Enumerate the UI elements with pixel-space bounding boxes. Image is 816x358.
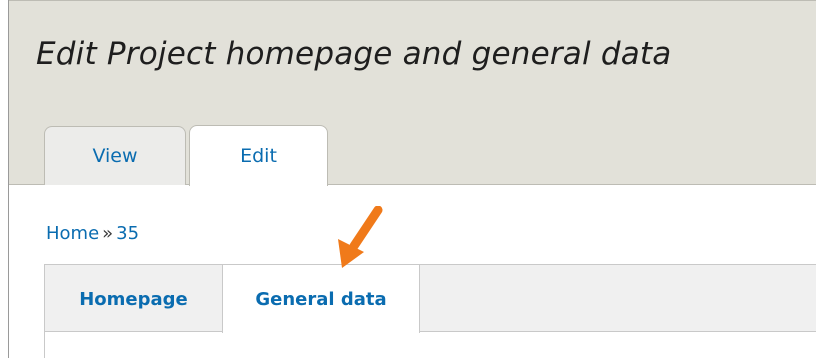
tab-edit-label: Edit xyxy=(240,145,277,167)
page-frame: Edit Project homepage and general data V… xyxy=(0,0,816,358)
content-left-border xyxy=(44,332,45,358)
breadcrumb-home-link[interactable]: Home xyxy=(46,223,99,244)
tab-view[interactable]: View xyxy=(44,126,186,185)
page-title: Edit Project homepage and general data xyxy=(36,36,672,72)
breadcrumb: Home» 35 xyxy=(46,223,139,244)
tab-homepage[interactable]: Homepage xyxy=(45,265,222,333)
secondary-tab-bar: Homepage General data xyxy=(44,264,816,333)
tab-view-label: View xyxy=(92,145,138,167)
tab-homepage-label: Homepage xyxy=(79,288,188,310)
tab-edit[interactable]: Edit xyxy=(189,125,328,186)
breadcrumb-node-link[interactable]: 35 xyxy=(116,223,139,244)
breadcrumb-separator: » xyxy=(102,223,114,244)
tab-general-data-label: General data xyxy=(255,288,387,310)
tab-general-data[interactable]: General data xyxy=(222,264,420,333)
arrow-pointer-icon xyxy=(338,206,383,268)
